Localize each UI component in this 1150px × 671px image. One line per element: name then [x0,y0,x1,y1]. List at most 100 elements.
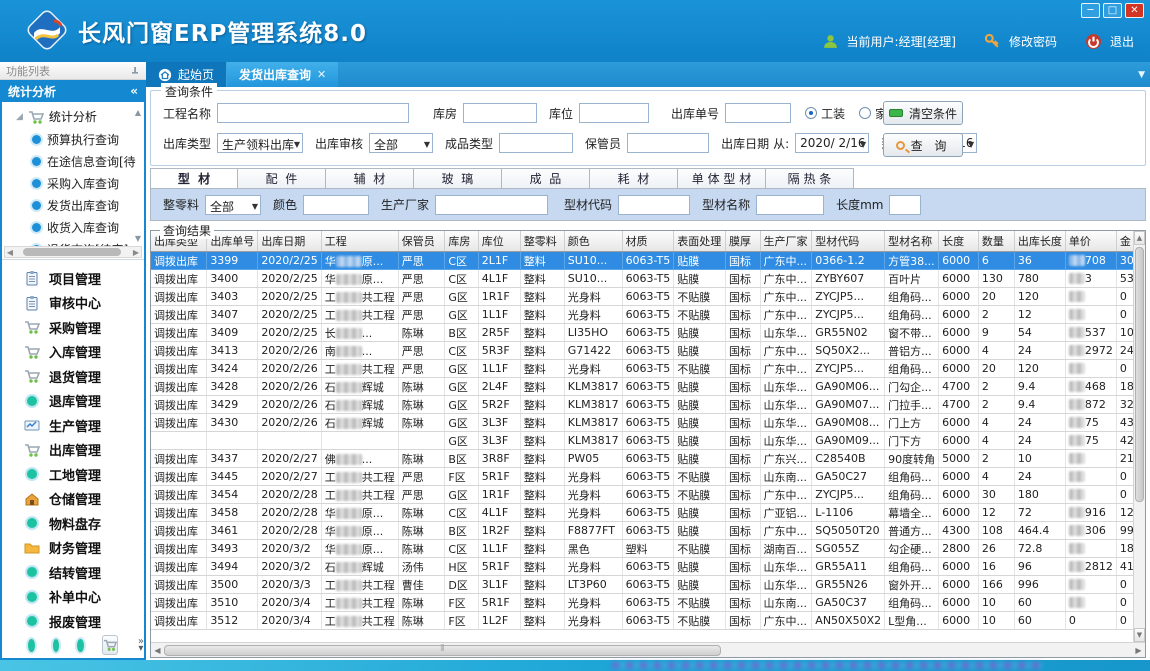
table-row[interactable]: 调拨出库34132020/2/26南...严思C区5R3F整料G71422606… [151,342,1145,360]
tree-item[interactable]: 采购入库查询 [8,172,142,194]
column-header[interactable]: 单价 [1065,231,1116,252]
length-input[interactable] [889,195,921,215]
column-header[interactable]: 出库日期 [258,231,321,252]
radio-work-label[interactable]: 工装 [821,105,845,122]
table-row[interactable]: 调拨出库34242020/2/26工共工程严思G区1L1F整料光身料6063-T… [151,360,1145,378]
column-header[interactable]: 工程 [321,231,398,252]
material-tab[interactable]: 成 品 [502,168,590,189]
tab-shipping-query[interactable]: 发货出库查询 ✕ [227,62,338,87]
vertical-scrollbar[interactable]: ▲ ▼ [1133,231,1145,642]
tree-scrollbar-thumb[interactable] [23,248,121,256]
tree-item[interactable]: 在途信息查询[待 [8,150,142,172]
scroll-down-icon[interactable]: ▼ [1134,628,1145,642]
table-row[interactable]: 调拨出库35102020/3/4工共工程陈琳F区5R1F整料光身料6063-T5… [151,594,1145,612]
scroll-up-icon[interactable]: ▲ [1134,231,1145,245]
pin-icon[interactable] [130,66,140,76]
profile-name-input[interactable] [756,195,824,215]
tree-item[interactable]: 预算执行查询 [8,128,142,150]
table-row[interactable]: 调拨出库34032020/2/25工共工程严思G区1R1F整料光身料6063-T… [151,288,1145,306]
sidebar-item-clipboard[interactable]: 项目管理 [2,266,144,291]
scroll-right-icon[interactable]: ▶ [1132,644,1145,657]
material-tab[interactable]: 辅 材 [326,168,414,189]
column-header[interactable]: 库位 [478,231,520,252]
tree-scroll-up-icon[interactable]: ▲ [135,108,141,117]
sidebar-item-folder[interactable]: 财务管理 [2,536,144,561]
vertical-scrollbar-thumb[interactable] [1135,247,1144,502]
scroll-left-icon[interactable]: ◀ [151,644,164,657]
sidebar-item-dot[interactable]: 报废管理 [2,609,144,632]
audit-select[interactable]: 全部▼ [369,133,433,153]
column-header[interactable]: 表面处理 [674,231,726,252]
tree-item[interactable]: 发货出库查询 [8,194,142,216]
keeper-input[interactable] [627,133,709,153]
change-password-link[interactable]: 修改密码 [1009,33,1057,50]
column-header[interactable]: 颜色 [564,231,622,252]
column-header[interactable]: 保管员 [398,231,445,252]
tree-horizontal-scrollbar[interactable]: ◀ ▶ [4,246,142,258]
sidebar-item-dot[interactable]: 结转管理 [2,560,144,585]
material-tab[interactable]: 玻 璃 [414,168,502,189]
column-header[interactable]: 型材代码 [812,231,885,252]
warehouse-input[interactable] [463,103,537,123]
sidebar-item-dot[interactable]: 工地管理 [2,462,144,487]
sidebar-item-cart[interactable]: 退货管理 [2,364,144,389]
column-header[interactable]: 数量 [978,231,1014,252]
quick-dot-icon[interactable] [28,639,35,652]
statistics-section-header[interactable]: 统计分析 « [0,80,146,102]
search-button[interactable]: 查 询 [883,133,963,157]
radio-home-decoration[interactable] [859,107,871,119]
table-row[interactable]: 调拨出库34302020/2/26石辉城陈琳G区3L3F整料KLM3817606… [151,414,1145,432]
table-row[interactable]: 调拨出库34282020/2/26石辉城陈琳G区2L4F整料KLM3817606… [151,378,1145,396]
tree-scroll-right-icon[interactable]: ▶ [131,248,141,257]
table-row[interactable]: 调拨出库34092020/2/25长...陈琳B区2R5F整料LI35HO606… [151,324,1145,342]
material-tab[interactable]: 单 体 型 材 [678,168,766,189]
tree-scroll-down-icon[interactable]: ▼ [135,234,141,243]
tree-scroll-left-icon[interactable]: ◀ [5,248,15,257]
tab-close-icon[interactable]: ✕ [317,68,326,81]
table-row[interactable]: 调拨出库34612020/2/28华原...陈琳B区1R2F整料F8877FT6… [151,522,1145,540]
clear-conditions-button[interactable]: 清空条件 [883,101,963,125]
out-type-select[interactable]: 生产领料出库▼ [217,133,303,153]
column-header[interactable]: 出库单号 [207,231,258,252]
collapse-icon[interactable]: « [130,84,138,98]
sidebar-item-dot[interactable]: 补单中心 [2,585,144,610]
manufacturer-input[interactable] [435,195,548,215]
tree-expander-icon[interactable]: ◢ [16,112,23,122]
radio-work-decoration[interactable] [805,107,817,119]
quick-dot-icon[interactable] [77,639,84,652]
column-header[interactable]: 材质 [622,231,674,252]
table-row[interactable]: 调拨出库34452020/2/27工共工程严思F区5R1F整料光身料6063-T… [151,468,1145,486]
column-header[interactable]: 整零料 [520,231,564,252]
column-header[interactable]: 库房 [445,231,478,252]
profile-code-input[interactable] [618,195,690,215]
horizontal-scrollbar[interactable]: ◀ ▶ [151,642,1145,657]
material-tab[interactable]: 配 件 [238,168,326,189]
table-row[interactable]: 调拨出库34372020/2/27佛...陈琳B区3R8F整料PW056063-… [151,450,1145,468]
column-header[interactable]: 长度 [939,231,979,252]
table-row[interactable]: G区3L3F整料KLM38176063-T5贴膜国标山东华...GA90M09.… [151,432,1145,450]
table-row[interactable]: 调拨出库34072020/2/25工共工程严思G区1L1F整料光身料6063-T… [151,306,1145,324]
minimize-button[interactable]: ─ [1081,3,1100,18]
logout-link[interactable]: 退出 [1110,33,1134,50]
table-row[interactable]: 调拨出库35122020/3/4工共工程陈琳F区1L2F整料光身料6063-T5… [151,612,1145,630]
sidebar-item-warehouse[interactable]: 仓储管理 [2,487,144,512]
column-header[interactable]: 膜厚 [726,231,761,252]
table-row[interactable]: 调拨出库34542020/2/28工共工程严思G区1R1F整料光身料6063-T… [151,486,1145,504]
table-row[interactable]: 调拨出库33992020/2/25华原...严思C区2L1F整料SU10...6… [151,252,1145,270]
maximize-button[interactable]: □ [1103,3,1122,18]
table-row[interactable]: 调拨出库34002020/2/25华原...严思C区4L1F整料SU10...6… [151,270,1145,288]
table-row[interactable]: 调拨出库34292020/2/26石辉城陈琳G区5R2F整料KLM3817606… [151,396,1145,414]
material-tab[interactable]: 耗 材 [590,168,678,189]
tree-root[interactable]: ◢ 统计分析 [8,106,142,128]
sidebar-item-chart[interactable]: 生产管理 [2,413,144,438]
table-row[interactable]: 调拨出库34582020/2/28华原...陈琳C区4L1F整料光身料6063-… [151,504,1145,522]
sidebar-item-cart[interactable]: 出库管理 [2,438,144,463]
table-row[interactable]: 调拨出库35002020/3/3工共工程曹佳D区3L1F整料LT3P606063… [151,576,1145,594]
sidebar-item-clipboard[interactable]: 审核中心 [2,291,144,316]
quick-dot-icon[interactable] [53,639,60,652]
horizontal-scrollbar-thumb[interactable] [164,645,721,656]
close-button[interactable]: ✕ [1125,3,1144,18]
column-header[interactable]: 型材名称 [885,231,939,252]
table-row[interactable]: 调拨出库34942020/3/2石辉城汤伟H区5R1F整料光身料6063-T5贴… [151,558,1145,576]
column-header[interactable]: 生产厂家 [760,231,812,252]
